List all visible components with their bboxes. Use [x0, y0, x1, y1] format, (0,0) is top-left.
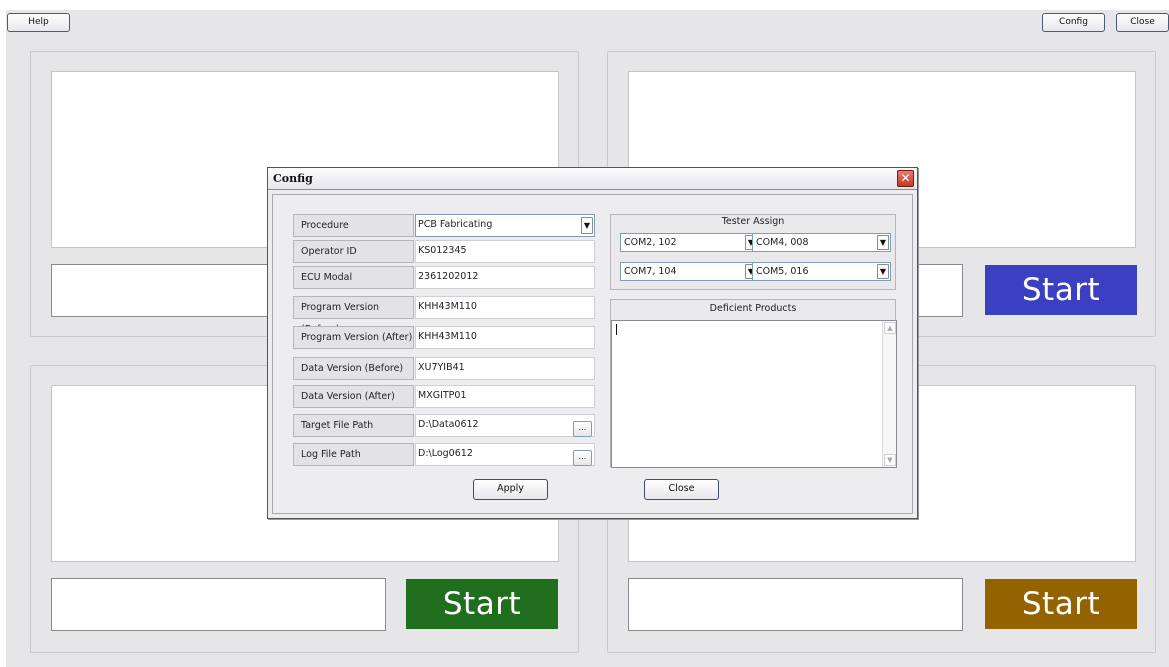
log-file-path-row: Log File Path D:\Log0612 ... — [293, 443, 595, 466]
station-4-start-button[interactable]: Start — [985, 579, 1137, 629]
data-version-after-row: Data Version (After) MXGITP01 — [293, 385, 595, 408]
tester-port-1-select[interactable]: COM2, 102 ▼ — [620, 233, 759, 252]
data-version-before-label: Data Version (Before) — [293, 357, 414, 380]
ecu-modal-row: ECU Modal 2361202012 — [293, 266, 595, 289]
data-version-after-label: Data Version (After) — [293, 385, 414, 408]
tester-assign-title: Tester Assign — [721, 216, 785, 227]
station-3-result-field[interactable] — [51, 578, 386, 631]
scroll-down-icon[interactable]: ▼ — [884, 454, 896, 466]
chevron-down-icon[interactable]: ▼ — [877, 235, 889, 250]
target-file-path-field[interactable]: D:\Data0612 ... — [415, 414, 595, 437]
tester-port-2-value: COM4, 008 — [756, 237, 809, 248]
tester-port-2-select[interactable]: COM4, 008 ▼ — [752, 233, 891, 252]
dialog-close-button[interactable]: Close — [644, 479, 719, 500]
target-browse-button[interactable]: ... — [573, 421, 592, 437]
program-version-before-label: Program Version (Before) — [293, 296, 414, 335]
deficient-products-textarea[interactable]: ▲ ▼ — [611, 320, 897, 468]
operator-id-label: Operator ID — [293, 240, 414, 263]
program-version-after-label: Program Version (After) — [293, 326, 414, 349]
chevron-down-icon[interactable]: ▼ — [581, 217, 593, 234]
dialog-body: Procedure PCB Fabricating ▼ Operator ID … — [272, 194, 913, 514]
vertical-scrollbar[interactable]: ▲ ▼ — [882, 321, 896, 467]
tester-port-3-value: COM7, 104 — [624, 266, 677, 277]
data-version-after-field[interactable]: MXGITP01 — [415, 385, 595, 408]
procedure-value: PCB Fabricating — [418, 219, 493, 230]
log-file-path-field[interactable]: D:\Log0612 ... — [415, 443, 595, 466]
procedure-select[interactable]: PCB Fabricating ▼ — [415, 214, 595, 237]
tester-port-1-value: COM2, 102 — [624, 237, 677, 248]
dialog-title: Config — [273, 172, 313, 185]
deficient-products-title: Deficient Products — [709, 303, 797, 314]
config-dialog: Config ✕ Procedure PCB Fabricating ▼ Ope… — [267, 167, 918, 519]
close-x-icon[interactable]: ✕ — [897, 170, 914, 187]
deficient-products-group: Deficient Products ▲ ▼ — [610, 299, 897, 468]
tester-port-4-value: COM5, 016 — [756, 266, 809, 277]
data-version-before-field[interactable]: XU7YIB41 — [415, 357, 595, 380]
target-file-path-row: Target File Path D:\Data0612 ... — [293, 414, 595, 437]
text-caret — [616, 324, 617, 335]
program-version-after-row: Program Version (After) KHH43M110 — [293, 326, 595, 349]
target-file-path-label: Target File Path — [293, 414, 414, 437]
tester-assign-group: Tester Assign COM2, 102 ▼ COM4, 008 ▼ CO… — [610, 214, 896, 290]
procedure-row: Procedure PCB Fabricating ▼ — [293, 214, 595, 237]
log-file-path-label: Log File Path — [293, 443, 414, 466]
station-2-start-button[interactable]: Start — [985, 265, 1137, 315]
data-version-before-row: Data Version (Before) XU7YIB41 — [293, 357, 595, 380]
log-browse-button[interactable]: ... — [573, 450, 592, 466]
log-file-path-value: D:\Log0612 — [418, 448, 473, 459]
program-version-after-field[interactable]: KHH43M110 — [415, 326, 595, 349]
dialog-title-bar[interactable]: Config ✕ — [268, 168, 917, 190]
ecu-modal-field[interactable]: 2361202012 — [415, 266, 595, 289]
target-file-path-value: D:\Data0612 — [418, 419, 479, 430]
close-button[interactable]: Close — [1116, 13, 1169, 32]
procedure-label: Procedure — [293, 214, 414, 237]
tester-port-3-select[interactable]: COM7, 104 ▼ — [620, 262, 759, 281]
station-3-start-button[interactable]: Start — [406, 579, 558, 629]
apply-button[interactable]: Apply — [473, 479, 548, 500]
ecu-modal-label: ECU Modal — [293, 266, 414, 289]
config-button[interactable]: Config — [1042, 13, 1105, 32]
program-version-before-field[interactable]: KHH43M110 — [415, 296, 595, 319]
tester-port-4-select[interactable]: COM5, 016 ▼ — [752, 262, 891, 281]
station-4-result-field[interactable] — [628, 578, 963, 631]
program-version-before-row: Program Version (Before) KHH43M110 — [293, 296, 595, 335]
operator-id-field[interactable]: KS012345 — [415, 240, 595, 263]
scroll-up-icon[interactable]: ▲ — [884, 322, 896, 334]
chevron-down-icon[interactable]: ▼ — [877, 264, 889, 279]
help-button[interactable]: Help — [7, 13, 70, 32]
operator-id-row: Operator ID KS012345 — [293, 240, 595, 263]
